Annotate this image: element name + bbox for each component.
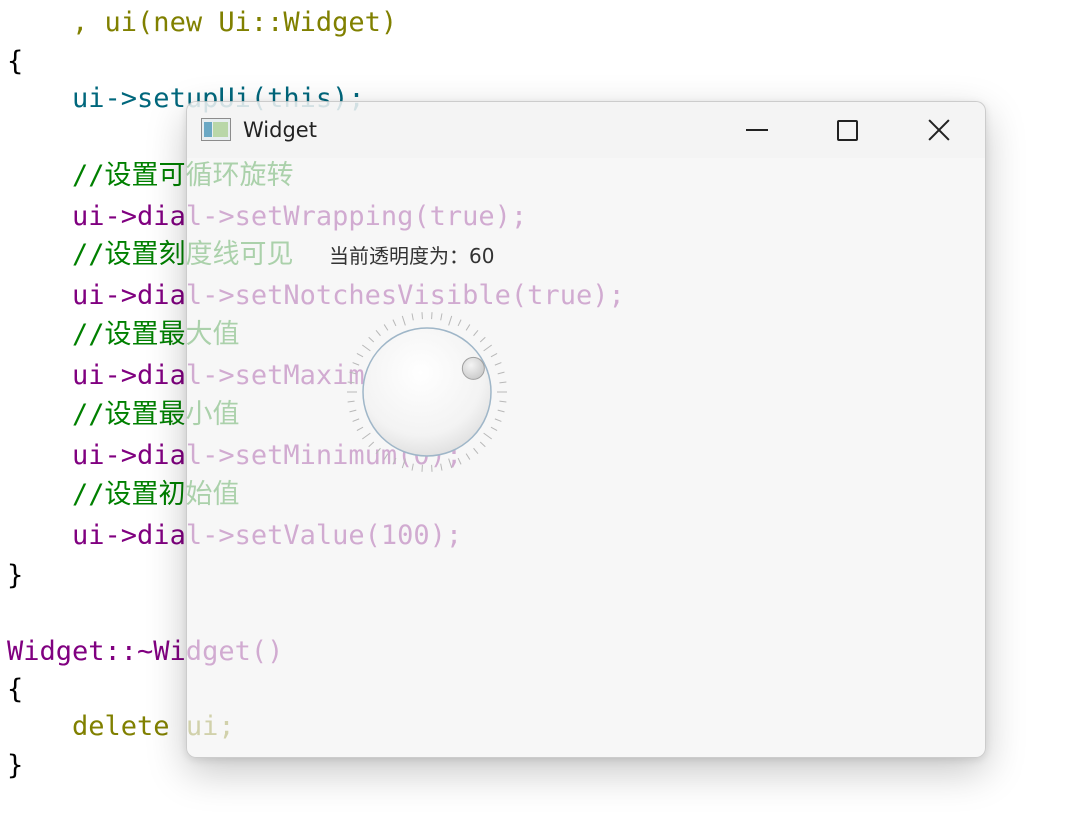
dial-notch: [392, 457, 397, 465]
dial-notch: [497, 371, 505, 375]
dial-notch: [411, 313, 414, 321]
dial-notch: [368, 441, 375, 448]
dial-notch: [483, 432, 493, 440]
dial-notch: [383, 324, 389, 331]
dial-notch: [473, 447, 479, 454]
close-button[interactable]: [893, 102, 985, 158]
code-text: }: [7, 560, 24, 591]
dial-notch: [457, 319, 462, 327]
minimize-button[interactable]: [711, 102, 803, 158]
dial-knob[interactable]: [362, 327, 492, 457]
code-text: , ui(new Ui::Widget): [72, 7, 398, 38]
dial-notch: [465, 453, 471, 460]
dial[interactable]: [337, 302, 517, 482]
dial-notch: [349, 409, 357, 413]
dial-notch: [352, 362, 360, 366]
code-text: {: [7, 674, 24, 705]
dial-notch: [401, 458, 406, 469]
opacity-label: 当前透明度为：60: [329, 244, 495, 268]
dial-notch: [494, 362, 502, 366]
dial-notch: [473, 330, 479, 337]
dial-notch: [401, 315, 406, 326]
dial-handle[interactable]: [461, 356, 485, 380]
close-icon: [928, 119, 950, 141]
dial-notch: [448, 458, 453, 469]
dial-notch: [356, 353, 364, 358]
dial-notch: [440, 313, 443, 321]
maximize-button[interactable]: [801, 102, 893, 158]
dial-notch: [465, 324, 471, 331]
dial-notch: [368, 336, 375, 343]
dial-notch: [375, 330, 381, 337]
code-text: {: [7, 46, 24, 77]
code-line: }: [7, 556, 23, 596]
dial-notch: [361, 344, 371, 352]
code-line: , ui(new Ui::Widget): [7, 3, 397, 43]
title-bar[interactable]: Widget: [187, 102, 985, 158]
dial-notch: [347, 400, 355, 403]
dial-notch: [483, 344, 493, 352]
dial-notch: [349, 371, 357, 375]
code-line: {: [7, 670, 23, 710]
dial-notch: [499, 381, 507, 384]
dial-notch: [356, 426, 364, 431]
dial-notch: [352, 418, 360, 422]
maximize-icon: [836, 119, 858, 141]
dial-notch: [479, 336, 486, 343]
dial-notch: [479, 441, 486, 448]
dial-notch: [347, 381, 355, 384]
widget-window[interactable]: Widget 当前透明度为：60: [186, 101, 986, 758]
dial-notch: [448, 315, 453, 326]
dial-notch: [375, 447, 381, 454]
code-line: {: [7, 42, 23, 82]
dial-notch: [497, 409, 505, 413]
app-window-icon: [201, 118, 231, 141]
dial-notch: [383, 453, 389, 460]
dial-notch: [457, 457, 462, 465]
dial-notch: [440, 463, 443, 471]
dial-notch: [494, 418, 502, 422]
minimize-icon: [746, 129, 768, 131]
window-title: Widget: [243, 118, 317, 142]
dial-notch: [499, 400, 507, 403]
dial-notch: [361, 432, 371, 440]
code-text: }: [7, 750, 24, 781]
dial-notch: [490, 353, 498, 358]
dial-notch: [411, 463, 414, 471]
dial-notch: [392, 319, 397, 327]
code-line: }: [7, 746, 23, 786]
dial-notch: [490, 426, 498, 431]
